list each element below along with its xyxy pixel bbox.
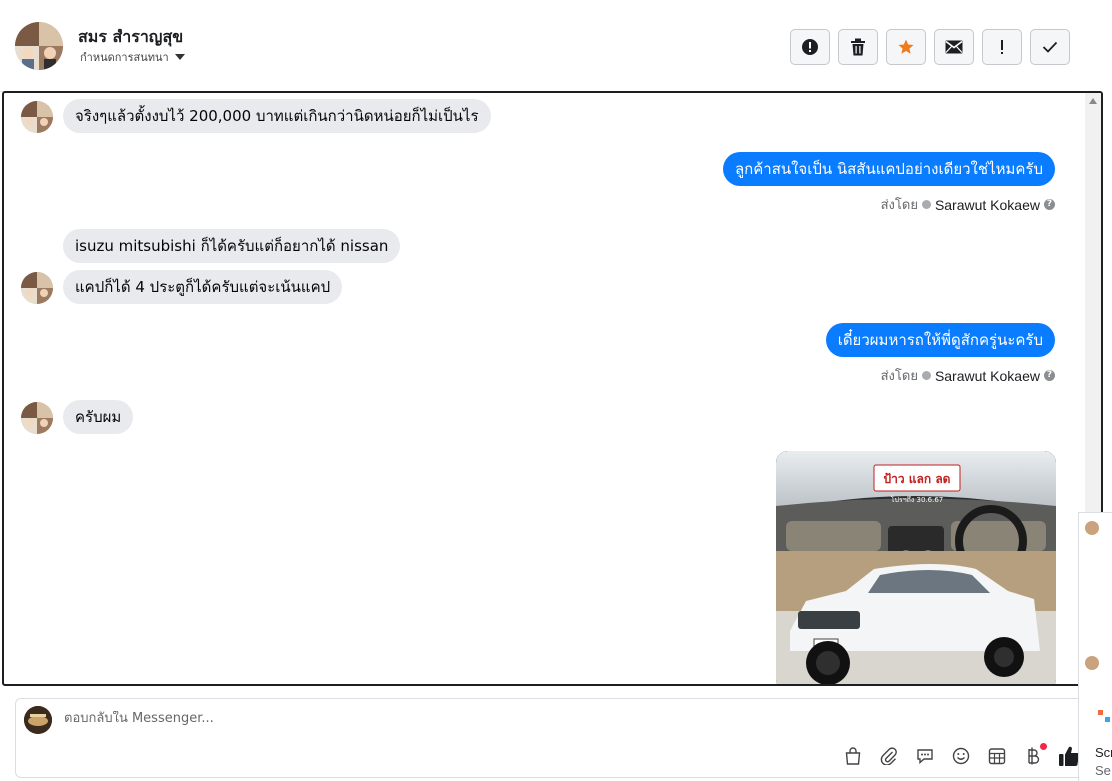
page-badge-icon	[921, 200, 931, 209]
sent-by-label: ส่งโดย	[880, 369, 918, 384]
app-logo-icon	[1098, 710, 1110, 722]
help-icon[interactable]: ?	[1044, 370, 1055, 381]
side-panel-fragment: Scr Se	[1078, 512, 1112, 781]
conversation-actions	[790, 29, 1070, 65]
help-icon[interactable]: ?	[1044, 199, 1055, 210]
side-text-1: Scr	[1095, 745, 1112, 760]
exclamation-icon	[1001, 40, 1003, 54]
alert-circle-icon	[802, 39, 818, 55]
notification-dot	[1040, 743, 1047, 750]
trash-icon	[851, 38, 865, 56]
promo-sign-text: ป้าว แลก ลด	[884, 472, 951, 486]
appointment-button[interactable]	[986, 745, 1008, 767]
attach-button[interactable]	[878, 745, 900, 767]
calendar-grid-icon	[988, 748, 1006, 765]
scroll-up-arrow-icon[interactable]	[1089, 98, 1097, 104]
caret-down-icon	[174, 54, 185, 60]
sent-by-label: ส่งโดย	[880, 198, 918, 213]
side-avatar	[1085, 656, 1099, 670]
assign-conversation-label: กำหนดการสนทนา	[80, 51, 169, 64]
check-icon	[1042, 41, 1058, 53]
mail-icon	[945, 40, 963, 54]
star-icon	[898, 39, 914, 54]
delete-button[interactable]	[838, 29, 878, 65]
sent-by-info: ส่งโดย Sarawut Kokaew ?	[881, 194, 1055, 215]
photo-attachment[interactable]: ป้าว แลก ลด โปรฯถึง 30.6.67	[776, 451, 1056, 684]
flag-button[interactable]	[982, 29, 1022, 65]
outgoing-message[interactable]: เดี๋ยวผมหารถให้พี่ดูสักครู่นะครับ	[825, 323, 1055, 357]
thumbs-up-icon	[1059, 746, 1080, 766]
sender-name: Sarawut Kokaew	[934, 367, 1040, 384]
promo-sign-subtext: โปรฯถึง 30.6.67	[891, 495, 944, 504]
emoji-button[interactable]	[950, 745, 972, 767]
mark-spam-button[interactable]	[790, 29, 830, 65]
mark-unread-button[interactable]	[934, 29, 974, 65]
side-avatar	[1085, 521, 1099, 535]
smiley-icon	[952, 747, 970, 765]
contact-avatar[interactable]	[15, 22, 63, 70]
mark-done-button[interactable]	[1030, 29, 1070, 65]
reply-input[interactable]	[64, 711, 764, 726]
page-avatar	[24, 706, 52, 734]
contact-avatar-small	[21, 402, 53, 434]
side-text-2: Se	[1095, 763, 1111, 778]
incoming-message[interactable]: แคปก็ได้ 4 ประตูก็ได้ครับแต่จะเน้นแคป	[63, 270, 343, 304]
contact-avatar-small	[21, 101, 53, 133]
composer-toolbar	[842, 743, 1080, 767]
contact-name: สมร สำราญสุข	[78, 27, 184, 46]
page-badge-icon	[921, 371, 931, 380]
reply-composer	[15, 698, 1102, 778]
saved-replies-button[interactable]	[914, 745, 936, 767]
incoming-message[interactable]: ครับผม	[63, 400, 134, 434]
star-button[interactable]	[886, 29, 926, 65]
incoming-message[interactable]: จริงๆแล้วตั้งงบไว้ 200,000 บาทแต่เกินกว่…	[63, 99, 491, 133]
sender-name: Sarawut Kokaew	[934, 196, 1040, 213]
conversation-header: สมร สำราญสุข กำหนดการสนทนา	[0, 0, 1101, 92]
assign-conversation-dropdown[interactable]: กำหนดการสนทนา	[80, 48, 185, 66]
shopping-bag-icon	[845, 747, 861, 765]
outgoing-message[interactable]: ลูกค้าสนใจเป็น นิสสันแคปอย่างเดียวใช่ไหม…	[722, 152, 1055, 186]
message-thread[interactable]: จริงๆแล้วตั้งงบไว้ 200,000 บาทแต่เกินกว่…	[2, 91, 1103, 686]
payment-button[interactable]	[1022, 743, 1047, 767]
like-button[interactable]	[1058, 745, 1080, 767]
baht-icon	[1028, 747, 1040, 765]
car-photo-image: ป้าว แลก ลด โปรฯถึง 30.6.67	[776, 451, 1056, 684]
incoming-message[interactable]: isuzu mitsubishi ก็ได้ครับแต่ก็อยากได้ n…	[63, 229, 401, 263]
chat-bubble-icon	[917, 749, 933, 765]
shop-button[interactable]	[842, 745, 864, 767]
contact-avatar-small	[21, 272, 53, 304]
sent-by-info: ส่งโดย Sarawut Kokaew ?	[881, 365, 1055, 386]
paperclip-icon	[880, 747, 897, 765]
